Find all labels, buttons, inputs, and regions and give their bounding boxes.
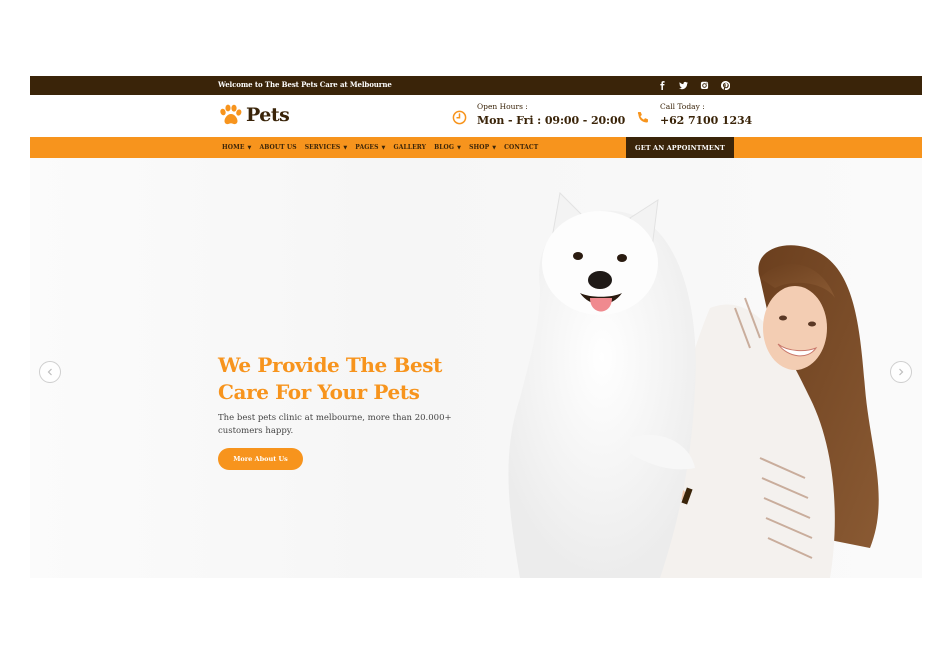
main-nav: HOME ▼ ABOUT US SERVICES ▼ PAGES ▼ GALLERY … xyxy=(30,137,922,158)
open-hours: Open Hours : Mon - Fri : 09:00 - 20:00 xyxy=(451,102,625,127)
hero-title: We Provide The Best Care For Your Pets xyxy=(218,353,442,404)
twitter-icon[interactable] xyxy=(677,80,689,92)
appointment-button[interactable]: GET AN APPOINTMENT xyxy=(626,137,734,158)
more-about-us-button[interactable]: More About Us xyxy=(218,448,303,470)
social-links xyxy=(656,79,731,92)
welcome-text: Welcome to The Best Pets Care at Melbour… xyxy=(218,80,392,89)
instagram-icon[interactable] xyxy=(698,80,710,92)
nav-item-contact[interactable]: CONTACT xyxy=(504,144,538,151)
nav-item-gallery[interactable]: GALLERY xyxy=(393,144,426,151)
site-logo[interactable]: Pets xyxy=(218,104,290,126)
nav-item-pages[interactable]: PAGES ▼ xyxy=(355,144,385,151)
slider-next-button[interactable] xyxy=(890,361,912,383)
site-header: Pets Open Hours : Mon - Fri : 09:00 - 20… xyxy=(30,95,922,137)
hours-label: Open Hours : xyxy=(477,102,528,111)
nav-item-blog[interactable]: BLOG ▼ xyxy=(434,144,461,151)
paw-icon xyxy=(220,104,242,125)
nav-item-home[interactable]: HOME ▼ xyxy=(222,144,251,151)
pinterest-icon[interactable] xyxy=(719,80,731,92)
slider-prev-button[interactable] xyxy=(39,361,61,383)
chevron-down-icon: ▼ xyxy=(381,144,386,151)
hero-image xyxy=(508,191,879,578)
chevron-left-icon xyxy=(47,368,52,376)
chevron-right-icon xyxy=(899,368,904,376)
facebook-icon[interactable] xyxy=(656,80,668,92)
nav-item-about-us[interactable]: ABOUT US xyxy=(259,144,296,151)
clock-icon xyxy=(451,109,468,126)
call-label: Call Today : xyxy=(660,102,705,111)
nav-item-services[interactable]: SERVICES ▼ xyxy=(305,144,348,151)
nav-menu: HOME ▼ ABOUT US SERVICES ▼ PAGES ▼ GALLERY … xyxy=(222,137,538,158)
top-bar: Welcome to The Best Pets Care at Melbour… xyxy=(30,76,922,95)
hero-slider: We Provide The Best Care For Your Pets T… xyxy=(30,158,922,578)
phone-icon xyxy=(634,109,651,126)
chevron-down-icon: ▼ xyxy=(492,144,497,151)
call-value[interactable]: +62 7100 1234 xyxy=(660,114,752,127)
call-today: Call Today : +62 7100 1234 xyxy=(634,102,752,127)
chevron-down-icon: ▼ xyxy=(247,144,252,151)
chevron-down-icon: ▼ xyxy=(457,144,462,151)
hero-description: The best pets clinic at melbourne, more … xyxy=(218,413,452,436)
logo-text: Pets xyxy=(246,104,290,126)
site-frame: Welcome to The Best Pets Care at Melbour… xyxy=(30,76,922,578)
hours-value: Mon - Fri : 09:00 - 20:00 xyxy=(477,114,626,127)
chevron-down-icon: ▼ xyxy=(343,144,348,151)
nav-item-shop[interactable]: SHOP ▼ xyxy=(469,144,496,151)
